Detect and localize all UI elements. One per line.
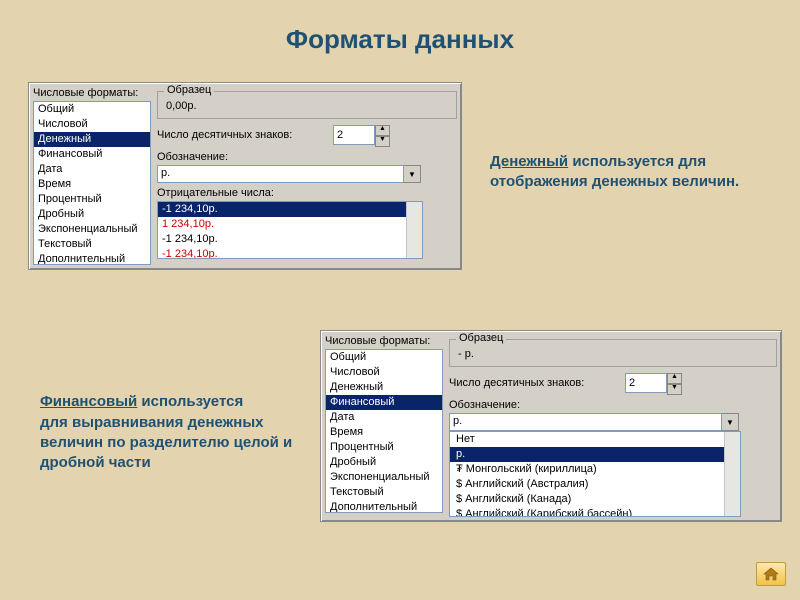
list-item[interactable]: Дата xyxy=(326,410,442,425)
spin-up-icon[interactable]: ▲ xyxy=(667,373,682,384)
list-item[interactable]: 1 234,10р. xyxy=(158,217,422,232)
dialog-financial: Числовые форматы: ОбщийЧисловойДенежныйФ… xyxy=(320,330,782,522)
symbol-combobox[interactable]: р. ▼ xyxy=(157,165,421,183)
scrollbar[interactable] xyxy=(724,432,740,516)
decimals-spinner[interactable]: ▲ ▼ xyxy=(333,125,390,147)
list-item[interactable]: Дата xyxy=(34,162,150,177)
decimals-spinner[interactable]: ▲ ▼ xyxy=(625,373,682,395)
list-item[interactable]: Числовой xyxy=(34,117,150,132)
description-financial: Финансовый используется для выравнивания… xyxy=(40,372,300,473)
symbol-value[interactable]: р. xyxy=(157,165,404,183)
symbol-value[interactable]: р. xyxy=(449,413,722,431)
list-item[interactable]: Финансовый xyxy=(326,395,442,410)
list-item[interactable]: Общий xyxy=(34,102,150,117)
list-item[interactable]: Денежный xyxy=(34,132,150,147)
home-icon[interactable] xyxy=(756,562,786,586)
symbol-label: Обозначение: xyxy=(157,151,457,163)
list-item[interactable]: Текстовый xyxy=(34,237,150,252)
currency-dropdown-list[interactable]: Нетр.₮ Монгольский (кириллица)$ Английск… xyxy=(449,431,741,517)
sample-value: - р. xyxy=(456,346,770,362)
sample-legend: Образец xyxy=(456,332,506,344)
list-item[interactable]: Дополнительный xyxy=(326,500,442,513)
spin-down-icon[interactable]: ▼ xyxy=(667,384,682,395)
page-title: Форматы данных xyxy=(0,24,800,55)
sample-value: 0,00р. xyxy=(164,98,450,114)
list-item[interactable]: Экспоненциальный xyxy=(326,470,442,485)
formats-listbox[interactable]: ОбщийЧисловойДенежныйФинансовыйДатаВремя… xyxy=(33,101,151,265)
list-item[interactable]: Процентный xyxy=(34,192,150,207)
spin-up-icon[interactable]: ▲ xyxy=(375,125,390,136)
list-item[interactable]: -1 234,10р. xyxy=(158,202,422,217)
list-item[interactable]: Дополнительный xyxy=(34,252,150,265)
negatives-listbox[interactable]: -1 234,10р.1 234,10р.-1 234,10р.-1 234,1… xyxy=(157,201,423,259)
sample-group: Образец 0,00р. xyxy=(157,91,457,119)
decimals-input[interactable] xyxy=(625,373,667,393)
list-item[interactable]: Экспоненциальный xyxy=(34,222,150,237)
list-item[interactable]: Дробный xyxy=(34,207,150,222)
decimals-label: Число десятичных знаков: xyxy=(449,377,619,389)
negatives-label: Отрицательные числа: xyxy=(157,187,457,199)
list-item[interactable]: $ Английский (Канада) xyxy=(450,492,740,507)
list-item[interactable]: Числовой xyxy=(326,365,442,380)
list-item[interactable]: Общий xyxy=(326,350,442,365)
dialog-currency: Числовые форматы: ОбщийЧисловойДенежныйФ… xyxy=(28,82,462,270)
chevron-down-icon[interactable]: ▼ xyxy=(404,165,421,183)
list-item[interactable]: Денежный xyxy=(326,380,442,395)
list-item[interactable]: -1 234,10р. xyxy=(158,232,422,247)
list-item[interactable]: Время xyxy=(326,425,442,440)
spin-down-icon[interactable]: ▼ xyxy=(375,136,390,147)
symbol-combobox[interactable]: р. ▼ xyxy=(449,413,739,431)
list-item[interactable]: -1 234,10р. xyxy=(158,247,422,259)
list-item[interactable]: Дробный xyxy=(326,455,442,470)
list-item[interactable]: $ Английский (Австралия) xyxy=(450,477,740,492)
sample-group: Образец - р. xyxy=(449,339,777,367)
list-item[interactable]: Финансовый xyxy=(34,147,150,162)
formats-listbox[interactable]: ОбщийЧисловойДенежныйФинансовыйДатаВремя… xyxy=(325,349,443,513)
decimals-input[interactable] xyxy=(333,125,375,145)
symbol-label: Обозначение: xyxy=(449,399,777,411)
chevron-down-icon[interactable]: ▼ xyxy=(722,413,739,431)
list-item[interactable]: Время xyxy=(34,177,150,192)
decimals-label: Число десятичных знаков: xyxy=(157,129,327,141)
list-item[interactable]: Текстовый xyxy=(326,485,442,500)
formats-label: Числовые форматы: xyxy=(325,335,443,347)
sample-legend: Образец xyxy=(164,84,214,96)
list-item[interactable]: р. xyxy=(450,447,740,462)
list-item[interactable]: Процентный xyxy=(326,440,442,455)
scrollbar[interactable] xyxy=(406,202,422,258)
list-item[interactable]: ₮ Монгольский (кириллица) xyxy=(450,462,740,477)
description-currency: Денежный используется для отображения де… xyxy=(490,152,780,193)
formats-label: Числовые форматы: xyxy=(33,87,151,99)
list-item[interactable]: Нет xyxy=(450,432,740,447)
list-item[interactable]: $ Английский (Карибский бассейн) xyxy=(450,507,740,517)
